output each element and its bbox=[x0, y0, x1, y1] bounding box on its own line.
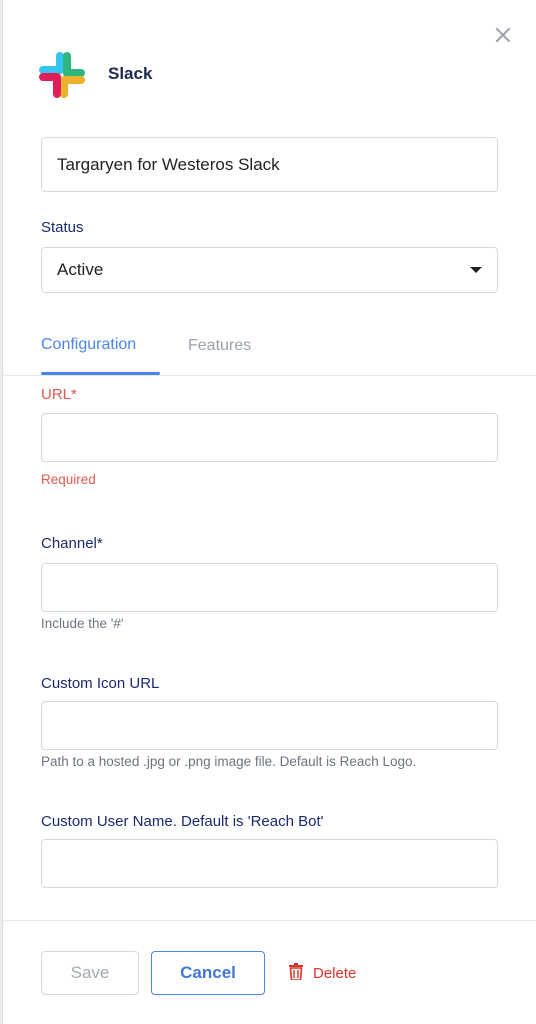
channel-label: Channel* bbox=[41, 535, 103, 552]
custom-icon-url-help-text: Path to a hosted .jpg or .png image file… bbox=[41, 754, 417, 769]
save-button[interactable]: Save bbox=[41, 951, 139, 995]
status-select[interactable]: Active bbox=[41, 247, 498, 293]
integration-name-input[interactable]: Targaryen for Westeros Slack bbox=[41, 137, 498, 192]
custom-user-name-label: Custom User Name. Default is 'Reach Bot' bbox=[41, 813, 324, 830]
tab-configuration[interactable]: Configuration bbox=[41, 336, 136, 354]
delete-label: Delete bbox=[313, 964, 357, 982]
url-input[interactable] bbox=[41, 413, 498, 462]
channel-help-text: Include the '#' bbox=[41, 616, 124, 631]
delete-button[interactable]: Delete bbox=[289, 951, 379, 995]
trash-icon bbox=[289, 962, 303, 984]
app-title: Slack bbox=[108, 64, 153, 83]
cancel-button[interactable]: Cancel bbox=[151, 951, 265, 995]
url-error-text: Required bbox=[41, 472, 96, 487]
tab-divider bbox=[3, 375, 536, 376]
slack-logo-icon bbox=[37, 50, 87, 100]
url-label: URL* bbox=[41, 386, 77, 403]
tab-features[interactable]: Features bbox=[188, 337, 251, 355]
footer-divider bbox=[3, 920, 536, 921]
custom-icon-url-label: Custom Icon URL bbox=[41, 675, 160, 692]
close-icon[interactable] bbox=[492, 24, 514, 46]
channel-input[interactable] bbox=[41, 563, 498, 612]
custom-user-name-input[interactable] bbox=[41, 839, 498, 888]
custom-icon-url-input[interactable] bbox=[41, 701, 498, 750]
status-value: Active bbox=[57, 260, 104, 279]
caret-down-icon bbox=[470, 267, 482, 273]
integration-panel: Slack Targaryen for Westeros Slack Statu… bbox=[2, 0, 536, 1024]
status-label: Status bbox=[41, 219, 84, 236]
